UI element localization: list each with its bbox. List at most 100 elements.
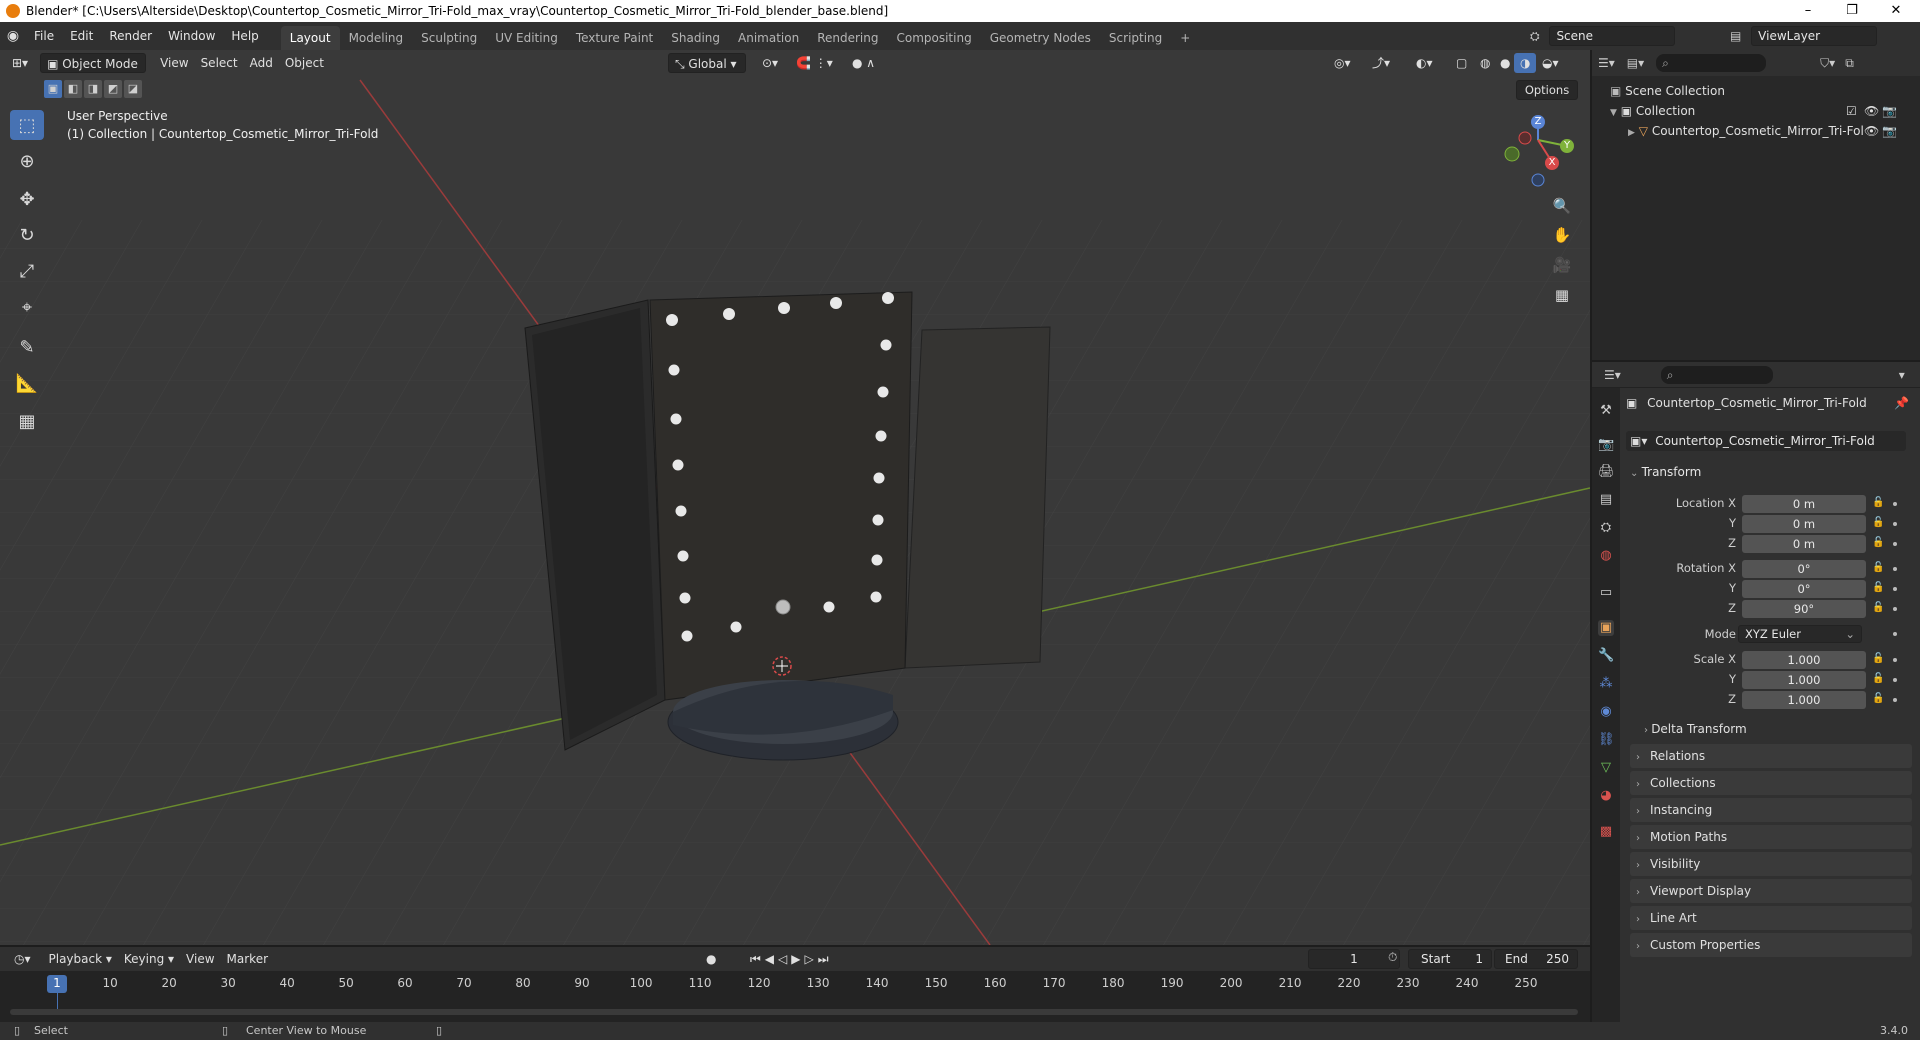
- tab-texture-paint[interactable]: Texture Paint: [567, 26, 662, 50]
- tab-sculpting[interactable]: Sculpting: [412, 26, 486, 50]
- scene-selector[interactable]: ⛭ Scene: [1530, 26, 1690, 46]
- tab-modeling[interactable]: Modeling: [340, 26, 413, 50]
- viewlayer-name[interactable]: ViewLayer: [1751, 26, 1878, 46]
- 3d-viewport[interactable]: Z Y X: [0, 50, 1590, 945]
- transform-header[interactable]: ⌄ Transform: [1630, 465, 1701, 479]
- material-shading-icon[interactable]: ◑: [1514, 53, 1537, 73]
- tool-tab-icon[interactable]: ⚒: [1598, 403, 1614, 419]
- proportional-edit-icon[interactable]: ● ∧: [846, 53, 881, 73]
- ortho-toggle-icon[interactable]: ▦: [1549, 282, 1575, 308]
- tab-geometry-nodes[interactable]: Geometry Nodes: [981, 26, 1100, 50]
- exclude-checkbox[interactable]: ☑: [1846, 104, 1857, 118]
- menu-help[interactable]: Help: [223, 22, 266, 50]
- rotation-mode-dropdown[interactable]: XYZ Euler ⌄: [1738, 625, 1862, 643]
- properties-options-icon[interactable]: ▾: [1899, 368, 1905, 382]
- scene-name[interactable]: Scene: [1549, 26, 1676, 46]
- record-icon[interactable]: ●: [700, 949, 722, 969]
- location-y-keyframe-dot[interactable]: [1893, 522, 1897, 526]
- material-tab-icon[interactable]: ◕: [1598, 788, 1614, 804]
- scale-z-keyframe-dot[interactable]: [1893, 698, 1897, 702]
- object-tab-icon[interactable]: ▣: [1598, 620, 1614, 636]
- menu-render[interactable]: Render: [101, 22, 160, 50]
- render-tab-icon[interactable]: 📷: [1598, 437, 1614, 453]
- menu-object[interactable]: Object: [279, 53, 330, 73]
- camera-view-icon[interactable]: 🎥: [1549, 252, 1575, 278]
- display-mode-icon[interactable]: ▤▾: [1627, 56, 1644, 70]
- timeline-editor-icon[interactable]: ◷▾: [8, 949, 37, 969]
- gizmo-x-label[interactable]: X: [1546, 157, 1558, 168]
- panel-custom-properties[interactable]: › Custom Properties: [1630, 933, 1912, 957]
- expand-arrow-icon[interactable]: ▼: [1610, 108, 1617, 118]
- location-y-lock-icon[interactable]: 🔓: [1872, 517, 1884, 528]
- select-new-icon[interactable]: ▣: [44, 80, 62, 98]
- location-x-lock-icon[interactable]: 🔓: [1872, 497, 1884, 508]
- pan-hand-icon[interactable]: ✋: [1549, 222, 1575, 248]
- rotation-x-field[interactable]: 0°: [1742, 560, 1866, 578]
- panel-relations[interactable]: › Relations: [1630, 744, 1912, 768]
- collection-tab-icon[interactable]: ▭: [1598, 585, 1614, 601]
- visibility-icon[interactable]: ◎▾: [1328, 53, 1357, 73]
- scene-tab-icon[interactable]: ⛭: [1598, 520, 1614, 536]
- close-button[interactable]: ✕: [1874, 0, 1918, 22]
- location-z-field[interactable]: 0 m: [1742, 535, 1866, 553]
- modifier-tab-icon[interactable]: 🔧: [1598, 648, 1614, 664]
- panel-viewport-display[interactable]: › Viewport Display: [1630, 879, 1912, 903]
- panel-collections[interactable]: › Collections: [1630, 771, 1912, 795]
- scene-collection-row[interactable]: ▣ Scene Collection: [1610, 84, 1725, 98]
- options-dropdown[interactable]: Options: [1516, 80, 1578, 100]
- tab-layout[interactable]: Layout: [280, 26, 340, 50]
- outliner-editor-icon[interactable]: ☰▾: [1598, 56, 1615, 70]
- location-y-field[interactable]: 0 m: [1742, 515, 1866, 533]
- current-frame-field[interactable]: 1: [1308, 949, 1400, 969]
- menu-edit[interactable]: Edit: [62, 22, 101, 50]
- gizmo-toggle-icon[interactable]: ⤴▾: [1366, 53, 1396, 73]
- overlay-toggle-icon[interactable]: ◐▾: [1410, 53, 1439, 73]
- panel-visibility[interactable]: › Visibility: [1630, 852, 1912, 876]
- scale-y-lock-icon[interactable]: 🔓: [1872, 673, 1884, 684]
- rotation-z-field[interactable]: 90°: [1742, 600, 1866, 618]
- gizmo-y-label[interactable]: Y: [1561, 140, 1573, 151]
- pin-icon[interactable]: 📌: [1894, 396, 1909, 410]
- scale-x-field[interactable]: 1.000: [1742, 651, 1866, 669]
- pivot-icon[interactable]: ⊙▾: [756, 53, 784, 73]
- cursor-tool-icon[interactable]: ⊕: [10, 146, 44, 176]
- object-camera-icon[interactable]: 📷: [1882, 124, 1897, 138]
- rotation-mode-keyframe-dot[interactable]: [1893, 632, 1897, 636]
- physics-tab-icon[interactable]: ◉: [1598, 704, 1614, 720]
- tab-scripting[interactable]: Scripting: [1100, 26, 1171, 50]
- menu-timeline-view[interactable]: View: [180, 949, 220, 969]
- menu-window[interactable]: Window: [160, 22, 223, 50]
- menu-view[interactable]: View: [154, 53, 194, 73]
- select-extend-icon[interactable]: ◧: [64, 80, 82, 98]
- menu-add[interactable]: Add: [244, 53, 279, 73]
- data-tab-icon[interactable]: ▽: [1598, 760, 1614, 776]
- scale-y-keyframe-dot[interactable]: [1893, 678, 1897, 682]
- rotate-tool-icon[interactable]: ↻: [10, 220, 44, 250]
- xray-icon[interactable]: ▢: [1450, 53, 1473, 73]
- collection-eye-icon[interactable]: 👁: [1864, 104, 1879, 118]
- minimize-button[interactable]: –: [1786, 0, 1830, 22]
- collection-camera-icon[interactable]: 📷: [1882, 104, 1897, 118]
- scale-x-keyframe-dot[interactable]: [1893, 658, 1897, 662]
- menu-marker[interactable]: Marker: [221, 949, 274, 969]
- rotation-y-field[interactable]: 0°: [1742, 580, 1866, 598]
- scale-y-field[interactable]: 1.000: [1742, 671, 1866, 689]
- collapse-arrow-icon[interactable]: ▶: [1628, 128, 1635, 138]
- add-cube-tool-icon[interactable]: ▦: [10, 406, 44, 436]
- editor-type-icon[interactable]: ⊞▾: [6, 53, 34, 73]
- panel-line-art[interactable]: › Line Art: [1630, 906, 1912, 930]
- tab-shading[interactable]: Shading: [662, 26, 729, 50]
- panel-motion-paths[interactable]: › Motion Paths: [1630, 825, 1912, 849]
- object-row[interactable]: ▶ ▽ Countertop_Cosmetic_Mirror_Tri-Fol 👁…: [1628, 124, 1900, 138]
- gizmo-z-label[interactable]: Z: [1532, 116, 1544, 127]
- new-collection-icon[interactable]: ⧉: [1845, 56, 1854, 71]
- start-frame-field[interactable]: Start 1: [1408, 949, 1492, 969]
- blender-menu-icon[interactable]: ◉: [0, 28, 26, 44]
- scale-z-lock-icon[interactable]: 🔓: [1872, 693, 1884, 704]
- outliner-search-input[interactable]: ⌕: [1656, 54, 1767, 72]
- constraints-tab-icon[interactable]: ⛓: [1598, 732, 1615, 748]
- viewlayer-selector[interactable]: ▤ ViewLayer: [1730, 26, 1890, 46]
- panel-instancing[interactable]: › Instancing: [1630, 798, 1912, 822]
- select-box-tool-icon[interactable]: ⬚: [10, 110, 44, 140]
- filter-icon[interactable]: ⛉▾: [1820, 56, 1835, 71]
